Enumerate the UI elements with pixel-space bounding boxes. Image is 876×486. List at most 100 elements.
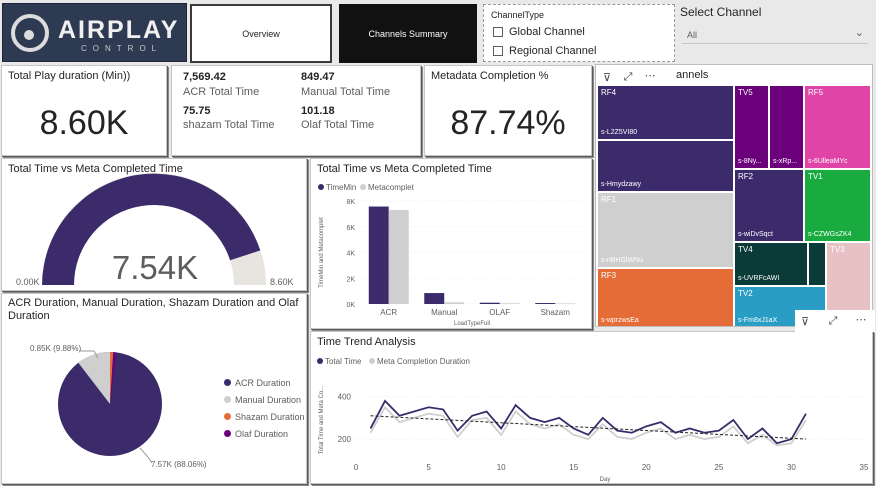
metadata-completion-value: 87.74%: [450, 104, 566, 142]
treemap-cell-tv5[interactable]: TV5 s-8Ny...: [734, 85, 769, 169]
shazam-total-value: 75.75: [183, 105, 211, 117]
more-options-icon[interactable]: ⋯: [851, 310, 871, 328]
global-channel-checkbox[interactable]: Global Channel: [493, 26, 585, 38]
y-tick-label: 4K: [346, 251, 355, 258]
y-axis-label: TimeMin and Metacomplet: [319, 217, 325, 288]
bar-chart: TimeMin Metacomplet 0K 2K 4K 6K 8K TimeMin and …: [318, 183, 583, 327]
gauge-min: 0.00K: [16, 277, 40, 287]
x-tick-label: 0: [354, 463, 359, 472]
y-tick-label: 8K: [346, 199, 355, 206]
bar-timemin: [424, 293, 445, 304]
x-axis-label: LoadTypeFull: [454, 321, 490, 327]
treemap-cell-rf3[interactable]: RF3 s-wprzwsEa: [597, 268, 734, 326]
select-channel-dropdown[interactable]: All ⌄: [682, 24, 868, 44]
x-axis-label: Day: [600, 477, 611, 483]
olaf-total-label: Olaf Total Time: [301, 119, 375, 131]
olaf-total-value: 101.18: [301, 105, 335, 117]
logo-panel: AIRPLAY CONTROL: [2, 3, 187, 62]
legend-item[interactable]: Olaf Duration: [224, 425, 305, 442]
filter-icon[interactable]: ⊽: [597, 68, 617, 86]
pie-legend: ACR Duration Manual Duration Shazam Dura…: [224, 374, 305, 442]
legend-label: Manual Duration: [235, 394, 302, 405]
manual-total-label: Manual Total Time: [301, 86, 391, 98]
treemap-cell-rf4-b[interactable]: s-Hmydzawy: [597, 140, 734, 192]
metadata-completion-card: Metadata Completion % 87.74%: [424, 65, 592, 156]
legend-dot: [317, 358, 323, 364]
logo-subtext: CONTROL: [81, 44, 163, 53]
logo-icon: [11, 14, 49, 52]
legend-dot: [224, 413, 231, 420]
legend-label: Metacomplet: [368, 183, 415, 192]
bar-metacomplet: [444, 302, 465, 304]
gauge-value: 7.54K: [111, 249, 199, 286]
y-axis-label: Total Time and Meta Co...: [319, 385, 325, 454]
shazam-total-label: shazam Total Time: [183, 119, 275, 131]
bar-metacomplet: [555, 303, 576, 304]
focus-mode-icon[interactable]: ⤢: [823, 312, 843, 330]
overview-button[interactable]: Overview: [190, 4, 332, 63]
x-tick-label: ACR: [380, 308, 397, 317]
treemap-cell-tv4[interactable]: TV4 s-UVRFcAWI: [734, 242, 808, 286]
channel-type-title: ChannelType: [491, 10, 545, 20]
time-trend-card: Time Trend Analysis Total Time Meta Compl…: [310, 331, 873, 484]
chevron-down-icon[interactable]: ⌄: [855, 26, 864, 39]
legend-dot: [369, 358, 375, 364]
legend-label: Meta Completion Duration: [377, 357, 470, 366]
x-tick-label: 35: [860, 463, 869, 472]
bar-timemin: [535, 303, 556, 304]
x-tick-label: OLAF: [489, 308, 510, 317]
channel-type-slicer: ChannelType Global Channel Regional Chan…: [483, 4, 675, 62]
x-tick-label: Manual: [431, 308, 457, 317]
legend-item[interactable]: ACR Duration: [224, 374, 305, 391]
regional-channel-checkbox[interactable]: Regional Channel: [493, 45, 596, 57]
x-tick-label: 15: [569, 463, 578, 472]
metadata-completion-title: Metadata Completion %: [431, 70, 549, 82]
x-tick-label: 20: [642, 463, 651, 472]
treemap-title: annels: [676, 69, 709, 81]
bar-metacomplet: [388, 210, 409, 304]
duration-multi-card: 7,569.42 ACR Total Time 849.47 Manual To…: [171, 65, 421, 156]
gauge-card: Total Time vs Meta Completed Time 7.54K …: [1, 158, 307, 291]
legend-dot: [224, 430, 231, 437]
logo-text: AIRPLAY: [58, 16, 180, 44]
regional-channel-label: Regional Channel: [509, 45, 597, 57]
treemap-cell-tv5-b[interactable]: s-xRp...: [769, 85, 804, 169]
manual-total-value: 849.47: [301, 71, 335, 83]
line-chart: Total Time Meta Completion Duration200400…: [317, 357, 869, 483]
total-play-value: 8.60K: [39, 104, 129, 142]
treemap-cell-rf4[interactable]: RF4 s-L2Z5VI80: [597, 85, 734, 140]
select-channel-slicer: Select Channel All ⌄: [678, 2, 873, 60]
treemap-cell-rf5[interactable]: RF5 s-6UlleaMYc: [804, 85, 871, 169]
legend-item[interactable]: Shazam Duration: [224, 408, 305, 425]
legend-dot: [318, 184, 324, 190]
channels-treemap: annels ⊽ ⤢ ⋯ RF4 s-L2Z5VI80 s-Hmydzawy RF…: [595, 64, 873, 327]
legend-label: ACR Duration: [235, 377, 291, 388]
legend-item[interactable]: Manual Duration: [224, 391, 305, 408]
global-channel-label: Global Channel: [509, 26, 585, 38]
treemap-cell-tv4-b[interactable]: [808, 242, 826, 286]
acr-total-value: 7,569.42: [183, 71, 226, 83]
filter-icon[interactable]: ⊽: [795, 312, 815, 330]
legend-label: Total Time: [325, 357, 362, 366]
bar-timemin: [368, 206, 389, 304]
visual-header-toolbar: ⊽ ⤢ ⋯: [795, 310, 875, 332]
x-tick-label: 25: [714, 463, 723, 472]
checkbox-box[interactable]: [493, 27, 503, 37]
pie-label-small: 0.85K (9.88%): [30, 344, 82, 353]
treemap-cell-rf2[interactable]: RF2 s-wiDvSqct: [734, 169, 804, 242]
expand-icon[interactable]: ⤢: [618, 68, 638, 86]
x-tick-label: Shazam: [541, 308, 571, 317]
series-line-meta-completion: [369, 405, 807, 447]
y-tick-label: 2K: [346, 276, 355, 283]
more-options-icon[interactable]: ⋯: [640, 66, 660, 84]
treemap-cell-rf1[interactable]: RF1 s-nBHGlWNu: [597, 192, 734, 268]
pie-chart-card: ACR Duration, Manual Duration, Shazam Du…: [1, 293, 307, 484]
bar-timemin: [479, 302, 500, 304]
gauge-max: 8.60K: [270, 277, 294, 287]
total-play-card: Total Play duration (Min)) 8.60K: [1, 65, 167, 156]
checkbox-box[interactable]: [493, 46, 503, 56]
y-tick-label: 0K: [346, 302, 355, 309]
treemap-cell-tv1[interactable]: TV1 s-CZWGsZK4: [804, 169, 871, 242]
channels-summary-button[interactable]: Channels Summary: [339, 4, 477, 63]
legend-dot: [224, 396, 231, 403]
